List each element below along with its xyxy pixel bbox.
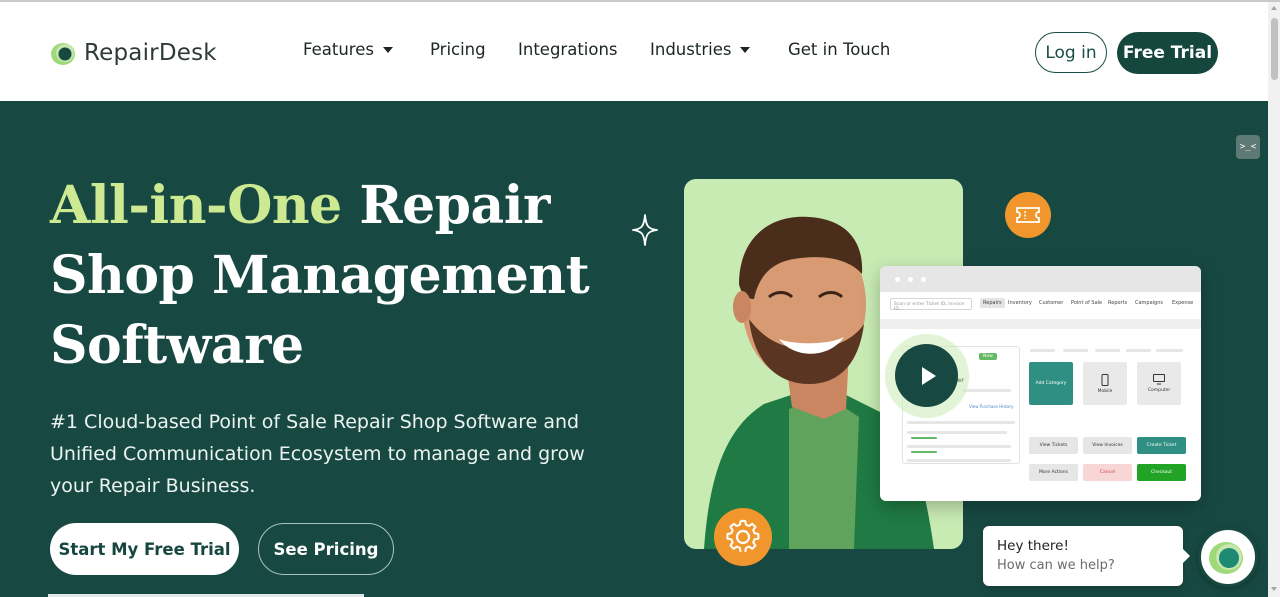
nav-label: Integrations [518, 40, 618, 59]
tile-add-category: Add Category [1029, 362, 1073, 405]
login-button[interactable]: Log in [1035, 32, 1107, 73]
placeholder-line [963, 389, 1011, 392]
ticket-icon [1005, 192, 1051, 238]
create-ticket-button: Create Ticket [1137, 437, 1186, 454]
chat-greeting-bubble[interactable]: Hey there! How can we help? [983, 526, 1190, 586]
tile-label: Computer [1147, 388, 1171, 393]
brand-name: RepairDesk [84, 40, 217, 66]
dashboard-band [880, 319, 1201, 329]
computer-icon [1153, 374, 1165, 385]
view-invoices-button: View Invoices [1083, 437, 1132, 454]
site-header: RepairDesk Features Pricing Integrations… [0, 2, 1268, 101]
tile-mobile: Mobile [1083, 362, 1127, 405]
placeholder-line [911, 451, 937, 453]
more-actions-button: More Actions [1029, 464, 1078, 481]
hero-section: All-in-One Repair Shop Management Softwa… [0, 101, 1268, 597]
new-badge: New [979, 353, 997, 360]
sparkle-icon [632, 214, 658, 250]
scroll-down-arrow-icon[interactable] [1271, 587, 1277, 591]
step-line [1063, 349, 1088, 352]
window-titlebar [880, 266, 1201, 292]
purchase-history-link: View Purchase History [969, 404, 1014, 409]
nav-label: Industries [650, 40, 732, 59]
hero-title: All-in-One Repair Shop Management Softwa… [50, 171, 610, 381]
gear-icon [714, 508, 772, 566]
brand-logo[interactable]: RepairDesk [50, 38, 217, 68]
hero-title-accent: All-in-One [50, 175, 342, 236]
window-dot [921, 277, 926, 282]
logo-icon [50, 39, 78, 67]
dashboard-tab: Expense [1172, 300, 1194, 306]
dashboard-tab: Point of Sale [1071, 300, 1103, 306]
nav-label: Pricing [430, 40, 486, 59]
tile-computer: Computer [1137, 362, 1181, 405]
window-dot [908, 277, 913, 282]
placeholder-line [907, 445, 1011, 448]
chat-launcher-button[interactable] [1198, 527, 1258, 587]
dashboard-tab: Campaigns [1135, 300, 1164, 306]
scroll-thumb[interactable] [1271, 18, 1278, 80]
dashboard-tab: Reports [1108, 300, 1128, 306]
dashboard-tab: Inventory [1008, 300, 1032, 306]
see-pricing-button[interactable]: See Pricing [258, 523, 394, 575]
page-scrollbar[interactable] [1268, 2, 1280, 597]
step-line [1156, 349, 1183, 352]
step-line [1095, 349, 1120, 352]
chat-greeting: Hey there! [997, 538, 1069, 554]
start-free-trial-button[interactable]: Start My Free Trial [50, 523, 239, 575]
placeholder-line [907, 459, 1011, 462]
dashboard-tab: Repairs [980, 298, 1005, 308]
cancel-button: Cancel [1083, 464, 1132, 481]
mobile-icon [1101, 373, 1109, 386]
checkout-button: Checkout [1137, 464, 1186, 481]
nav-label: Get in Touch [788, 40, 891, 59]
nav-pricing[interactable]: Pricing [430, 40, 486, 59]
view-tickets-button: View Tickets [1029, 437, 1078, 454]
chat-logo-icon [1209, 542, 1243, 574]
play-video-button[interactable] [895, 344, 958, 407]
window-dot [895, 277, 900, 282]
step-line [1030, 349, 1055, 352]
chevron-down-icon [382, 46, 393, 53]
free-trial-button[interactable]: Free Trial [1117, 32, 1218, 74]
dashboard-tab: Customer [1039, 300, 1064, 306]
step-line [1126, 349, 1151, 352]
chevron-down-icon [740, 46, 751, 53]
nav-get-in-touch[interactable]: Get in Touch [788, 40, 890, 59]
nav-industries[interactable]: Industries [650, 40, 751, 59]
dashboard-search: Scan or enter Ticket ID, Invoice ID... [890, 298, 972, 312]
placeholder-line [911, 437, 937, 439]
code-toggle-icon[interactable]: >_< [1236, 135, 1260, 159]
scroll-up-arrow-icon[interactable] [1271, 6, 1277, 10]
tile-label: Mobile [1097, 388, 1113, 394]
nav-integrations[interactable]: Integrations [518, 40, 618, 59]
nav-label: Features [303, 40, 374, 59]
play-icon [921, 366, 936, 385]
hero-subtitle: #1 Cloud-based Point of Sale Repair Shop… [50, 411, 585, 497]
placeholder-line [907, 431, 1007, 434]
placeholder-line [907, 421, 1015, 424]
chat-prompt: How can we help? [997, 558, 1115, 573]
nav-features[interactable]: Features [303, 40, 393, 59]
